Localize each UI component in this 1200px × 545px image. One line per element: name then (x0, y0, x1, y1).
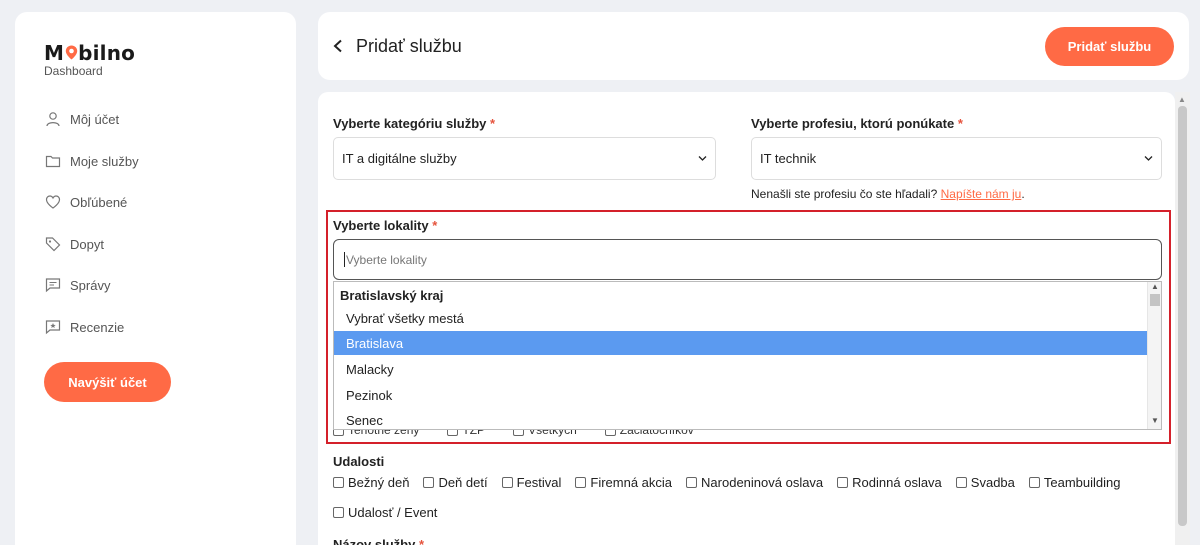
folder-icon (45, 155, 61, 168)
location-placeholder: Vyberte lokality (346, 252, 427, 267)
page-title: Pridať službu (356, 36, 462, 56)
sidebar-item-label: Správy (70, 277, 111, 293)
logo-text-suffix: bilno (78, 41, 136, 65)
profession-select-value: IT technik (760, 151, 817, 166)
profession-label: Vyberte profesiu, ktorú ponúkate * (751, 116, 963, 131)
dropdown-option[interactable]: Senec (334, 408, 1148, 429)
dropdown-option[interactable]: Malacky (334, 357, 1148, 381)
profession-select[interactable]: IT technik (751, 137, 1162, 180)
required-mark: * (418, 537, 425, 545)
sidebar: M bilno Dashboard Môj účet Moje služby O… (15, 12, 296, 545)
sidebar-item-label: Obľúbené (70, 194, 128, 210)
review-icon (45, 320, 61, 335)
add-service-button[interactable]: Pridať službu (1045, 27, 1174, 66)
sidebar-item-messages[interactable]: Správy (45, 277, 110, 293)
location-pin-icon (65, 45, 77, 59)
user-icon (46, 112, 60, 127)
dropdown-scrollbar[interactable]: ▲ ▼ (1147, 282, 1161, 429)
sidebar-item-my-services[interactable]: Moje služby (45, 153, 139, 169)
events-label: Udalosti (333, 454, 385, 469)
sidebar-item-favorites[interactable]: Obľúbené (45, 194, 127, 210)
required-mark: * (490, 116, 496, 131)
checkbox-event-4[interactable]: Narodeninová oslava (686, 475, 823, 490)
category-label: Vyberte kategóriu služby * (333, 116, 496, 131)
required-mark: * (432, 218, 438, 233)
page-scrollbar[interactable]: ▲ (1175, 92, 1190, 545)
tag-icon (45, 237, 61, 252)
dropdown-group-label: Bratislavský kraj (340, 288, 444, 303)
category-select[interactable]: IT a digitálne služby (333, 137, 716, 180)
write-us-link[interactable]: Napíšte nám ju (941, 187, 1022, 201)
checkbox-event-1[interactable]: Deň detí (423, 475, 488, 490)
logo-text-prefix: M (44, 41, 65, 65)
location-search-input[interactable]: Vyberte lokality (333, 239, 1162, 280)
sidebar-item-my-account[interactable]: Môj účet (45, 111, 119, 127)
dropdown-option-selected[interactable]: Bratislava (334, 331, 1148, 355)
checkbox-event-8[interactable]: Udalosť / Event (333, 505, 437, 520)
checkbox-event-2[interactable]: Festival (501, 475, 561, 490)
scroll-up-icon[interactable]: ▲ (1178, 95, 1186, 104)
back-arrow-icon[interactable] (332, 39, 344, 53)
checkbox-event-7[interactable]: Teambuilding (1028, 475, 1121, 490)
sidebar-item-label: Recenzie (70, 319, 125, 335)
chevron-down-icon (698, 156, 707, 161)
text-caret (344, 252, 345, 267)
service-name-label: Názov služby * (333, 537, 424, 545)
sidebar-item-label: Môj účet (70, 111, 120, 127)
dropdown-scroll-thumb[interactable] (1150, 294, 1160, 306)
sidebar-item-label: Dopyt (70, 236, 104, 252)
required-mark: * (957, 116, 963, 131)
service-form: Vyberte kategóriu služby * IT a digitáln… (318, 92, 1175, 545)
upgrade-account-button[interactable]: Navýšiť účet (44, 362, 171, 402)
heart-icon (45, 195, 61, 209)
sidebar-item-demand[interactable]: Dopyt (45, 236, 104, 252)
profession-hint: Nenašli ste profesiu čo ste hľadali? Nap… (751, 187, 1025, 201)
scroll-down-icon[interactable]: ▼ (1151, 416, 1159, 425)
message-icon (45, 278, 61, 293)
checkbox-event-0[interactable]: Bežný deň (333, 475, 409, 490)
chevron-down-icon (1144, 156, 1153, 161)
dropdown-option[interactable]: Pezinok (334, 383, 1148, 407)
events-checkbox-row-2: Udalosť / Event (333, 505, 451, 520)
dropdown-option[interactable]: Vybrať všetky mestá (334, 306, 1148, 330)
logo[interactable]: M bilno Dashboard (44, 41, 135, 78)
sidebar-item-label: Moje služby (70, 153, 139, 169)
checkbox-event-3[interactable]: Firemná akcia (575, 475, 672, 490)
page-header: Pridať službu Pridať službu (318, 12, 1189, 80)
scroll-up-icon[interactable]: ▲ (1151, 282, 1159, 291)
page-scroll-thumb[interactable] (1178, 106, 1187, 526)
location-label: Vyberte lokality * (333, 218, 438, 233)
location-dropdown: Bratislavský kraj Vybrať všetky mestá Br… (333, 281, 1162, 430)
events-checkbox-row: Bežný deň Deň detí Festival Firemná akci… (333, 475, 1135, 490)
sidebar-item-reviews[interactable]: Recenzie (45, 319, 124, 335)
category-select-value: IT a digitálne služby (342, 151, 457, 166)
logo-subtitle: Dashboard (44, 64, 103, 78)
checkbox-event-6[interactable]: Svadba (955, 475, 1015, 490)
checkbox-event-5[interactable]: Rodinná oslava (837, 475, 942, 490)
